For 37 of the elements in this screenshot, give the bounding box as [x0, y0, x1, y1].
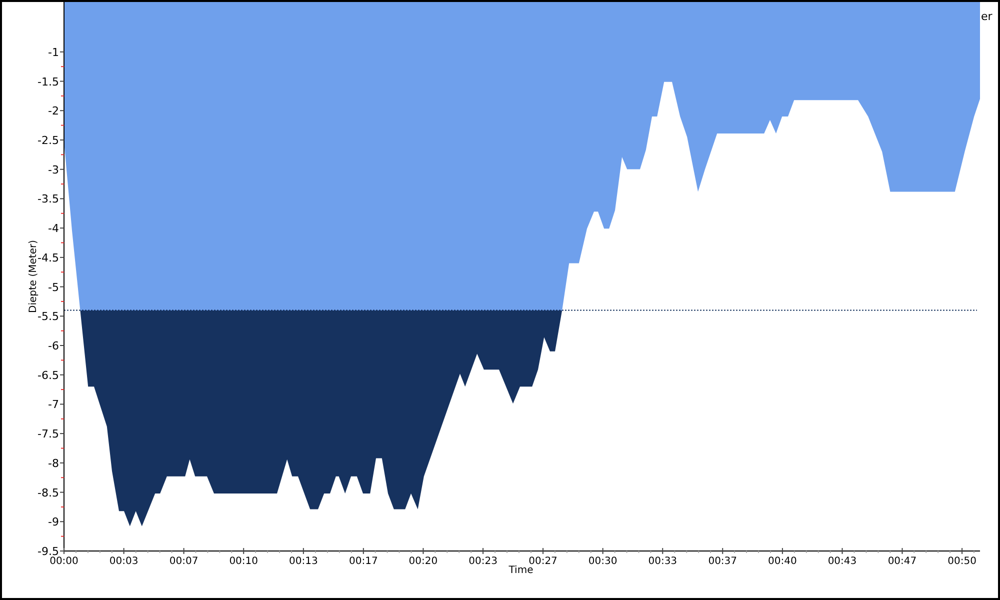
y-tick-label: -1: [48, 46, 59, 59]
x-tick-label: 00:00: [50, 556, 78, 567]
x-tick-label: 00:47: [888, 556, 917, 567]
y-tick-label: -3.5: [38, 192, 59, 206]
y-tick-label: -9.5: [38, 545, 59, 558]
y-tick-label: -6.5: [38, 368, 59, 382]
x-tick-label: 00:40: [768, 556, 797, 567]
x-tick-label: 00:10: [229, 556, 258, 567]
y-tick-label: -3: [48, 163, 59, 176]
x-tick-label: 00:17: [349, 556, 378, 567]
y-tick-label: -2.5: [38, 134, 59, 147]
y-tick-label: -5.5: [38, 310, 59, 324]
y-tick-label: -5: [48, 280, 59, 294]
x-tick-label: 00:33: [648, 556, 678, 567]
x-tick-label: 00:20: [408, 556, 438, 567]
y-tick-label: -9: [48, 516, 59, 529]
y-tick-label: -8.5: [38, 486, 59, 500]
x-tick-label: 00:30: [588, 556, 618, 567]
x-tick-label: 00:50: [948, 556, 976, 567]
y-tick-label: -7.5: [38, 428, 59, 441]
legend-text: er: [981, 10, 992, 23]
y-tick-label: -1.5: [38, 75, 59, 88]
y-tick-label: -4.5: [38, 251, 59, 264]
y-tick-label: -7: [48, 398, 59, 412]
x-tick-label: 00:43: [828, 556, 857, 567]
y-axis-title: Diepte (Meter): [28, 240, 39, 313]
y-tick-label: -4: [48, 222, 59, 236]
y-tick-label: -8: [48, 456, 59, 470]
x-tick-label: 00:03: [109, 556, 138, 567]
x-tick-label: 00:27: [528, 556, 558, 567]
x-tick-label: 00:07: [169, 556, 198, 567]
x-axis-title: Time: [508, 565, 534, 576]
x-tick-label: 00:23: [468, 556, 498, 567]
x-tick-label: 00:13: [289, 556, 318, 567]
y-tick-label: -6: [48, 340, 59, 352]
x-tick-label: 00:37: [708, 556, 738, 567]
y-tick-label: -2: [48, 104, 59, 118]
